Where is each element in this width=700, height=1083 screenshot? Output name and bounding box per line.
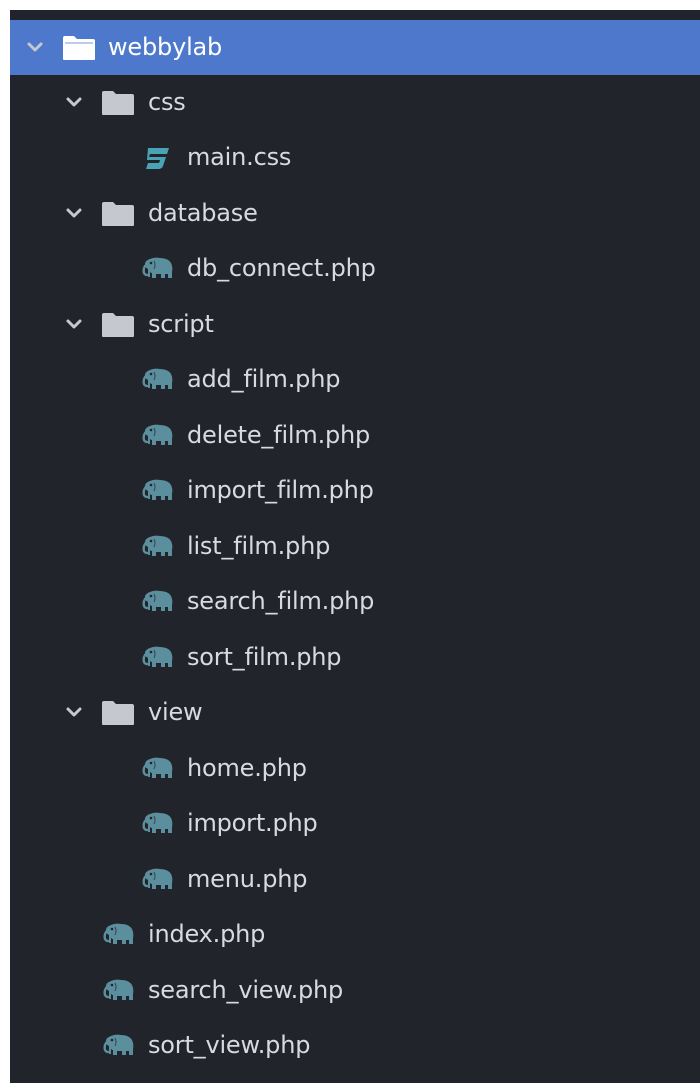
chevron-down-icon[interactable]: [63, 202, 85, 224]
tree-item-webbylab[interactable]: webbylab: [10, 20, 700, 75]
tree-item-database-folder[interactable]: database: [10, 186, 700, 241]
tree-item-label: database: [148, 199, 258, 227]
tree-item-label: delete_film.php: [187, 421, 371, 449]
php-elephant-icon: [142, 588, 176, 616]
tree-item-delete-film[interactable]: delete_film.php: [10, 408, 700, 463]
php-elephant-icon: [142, 255, 176, 283]
tree-item-main-css[interactable]: main.css: [10, 130, 700, 185]
php-elephant-icon: [142, 422, 176, 450]
folder-icon: [101, 700, 135, 726]
chevron-down-icon[interactable]: [63, 701, 85, 723]
tree-item-index[interactable]: index.php: [10, 907, 700, 962]
php-elephant-icon: [103, 1032, 137, 1060]
tree-item-label: index.php: [148, 920, 266, 948]
tree-item-label: script: [148, 310, 214, 338]
tree-item-search-film[interactable]: search_film.php: [10, 574, 700, 629]
tree-item-script-folder[interactable]: script: [10, 297, 700, 352]
tree-item-label: main.css: [187, 143, 292, 171]
tree-item-label: db_connect.php: [187, 254, 376, 282]
chevron-down-icon[interactable]: [24, 36, 46, 58]
tree-item-label: search_film.php: [187, 587, 375, 615]
chevron-down-icon[interactable]: [63, 313, 85, 335]
tree-item-import[interactable]: import.php: [10, 796, 700, 851]
tree-item-label: home.php: [187, 754, 307, 782]
tree-item-css-folder[interactable]: css: [10, 75, 700, 130]
tree-item-label: add_film.php: [187, 365, 341, 393]
tree-item-db-connect[interactable]: db_connect.php: [10, 241, 700, 296]
tree-item-add-film[interactable]: add_film.php: [10, 352, 700, 407]
folder-icon: [101, 90, 135, 116]
tree-item-label: import.php: [187, 809, 318, 837]
file-tree-panel: webbylab css main.css database db_connec…: [10, 10, 700, 1083]
php-elephant-icon: [103, 921, 137, 949]
tree-item-sort-film[interactable]: sort_film.php: [10, 630, 700, 685]
folder-icon: [101, 201, 135, 227]
tree-item-label: menu.php: [187, 865, 308, 893]
php-elephant-icon: [103, 977, 137, 1005]
php-elephant-icon: [142, 366, 176, 394]
tree-item-label: list_film.php: [187, 532, 331, 560]
tree-item-label: search_view.php: [148, 976, 344, 1004]
php-elephant-icon: [142, 533, 176, 561]
php-elephant-icon: [142, 477, 176, 505]
tree-item-label: css: [148, 88, 186, 116]
tree-item-home[interactable]: home.php: [10, 741, 700, 796]
tree-item-list-film[interactable]: list_film.php: [10, 519, 700, 574]
tree-item-label: sort_view.php: [148, 1031, 311, 1059]
chevron-down-icon[interactable]: [63, 91, 85, 113]
tree-item-view-folder[interactable]: view: [10, 685, 700, 740]
tree-item-label: import_film.php: [187, 476, 374, 504]
folder-icon: [101, 312, 135, 338]
php-elephant-icon: [142, 755, 176, 783]
php-elephant-icon: [142, 866, 176, 894]
php-elephant-icon: [142, 644, 176, 672]
folder-open-icon: [62, 35, 96, 61]
tree-item-search-view[interactable]: search_view.php: [10, 963, 700, 1018]
tree-item-import-film[interactable]: import_film.php: [10, 463, 700, 518]
tree-item-label: webbylab: [108, 33, 223, 61]
tree-item-sort-view[interactable]: sort_view.php: [10, 1018, 700, 1073]
tree-item-label: view: [148, 698, 203, 726]
php-elephant-icon: [142, 810, 176, 838]
css3-icon: [140, 144, 174, 172]
tree-item-label: sort_film.php: [187, 643, 342, 671]
tree-item-menu[interactable]: menu.php: [10, 852, 700, 907]
